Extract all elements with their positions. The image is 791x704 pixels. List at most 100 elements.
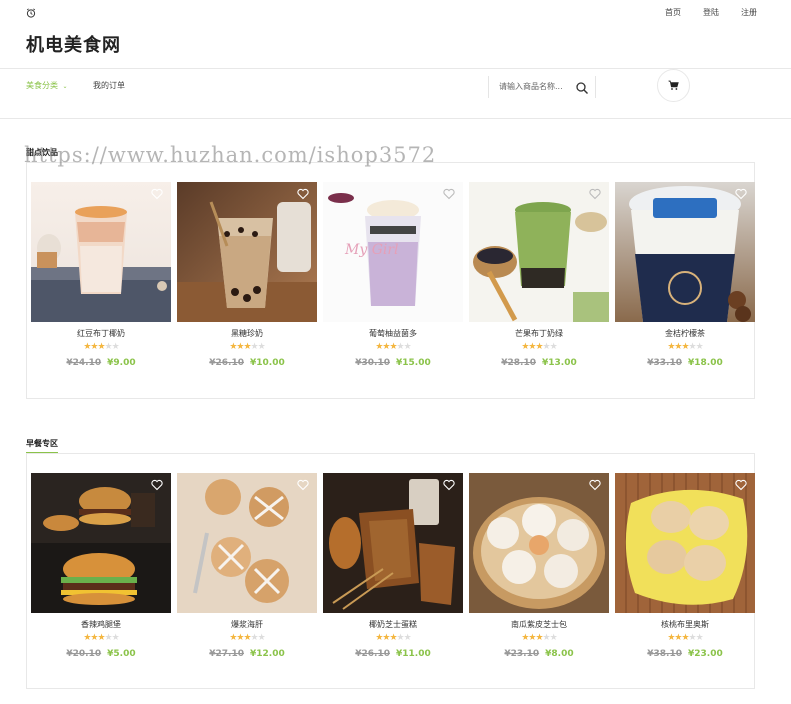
register-link[interactable]: 注册 (741, 7, 757, 18)
food-category-label: 美食分类 (26, 81, 58, 90)
rating-stars: ★★★★★ (615, 633, 755, 645)
rating-stars: ★★★★★ (31, 342, 171, 354)
star-icon: ★★★ (667, 342, 689, 352)
my-orders-link[interactable]: 我的订单 (93, 80, 125, 91)
login-link[interactable]: 登陆 (703, 7, 719, 18)
product-image[interactable] (31, 182, 171, 322)
product-card[interactable]: 香辣鸡腿堡 ★★★★★ ¥20.10 ¥5.00 (31, 473, 171, 666)
star-empty-icon: ★★ (688, 342, 704, 352)
star-empty-icon: ★★ (104, 633, 120, 643)
star-icon: ★★★ (83, 342, 105, 352)
product-image[interactable] (323, 473, 463, 613)
product-image[interactable] (31, 473, 171, 613)
product-card[interactable]: 黑糖珍奶 ★★★★★ ¥26.10 ¥10.00 (177, 182, 317, 375)
product-name[interactable]: 金桔柠檬茶 (615, 328, 755, 339)
product-image[interactable] (177, 182, 317, 322)
star-empty-icon: ★★ (688, 633, 704, 643)
rating-stars: ★★★★★ (469, 633, 609, 645)
old-price: ¥33.10 (647, 358, 682, 368)
product-name[interactable]: 椰奶芝士蛋糕 (323, 619, 463, 630)
product-image[interactable] (615, 473, 755, 613)
shopping-cart-icon (668, 80, 679, 90)
product-name[interactable]: 核桃布里奥斯 (615, 619, 755, 630)
heart-icon[interactable] (443, 479, 455, 491)
product-grid: 红豆布丁椰奶 ★★★★★ ¥24.10 ¥9.00 黑糖珍奶 ★★★★★ ¥26… (31, 182, 755, 375)
star-icon: ★★★ (229, 342, 251, 352)
star-icon: ★★★ (521, 342, 543, 352)
product-grid-box: 红豆布丁椰奶 ★★★★★ ¥24.10 ¥9.00 黑糖珍奶 ★★★★★ ¥26… (26, 162, 755, 399)
main-nav: 美食分类 ⌄ 我的订单 (0, 69, 791, 119)
product-grid-box: 香辣鸡腿堡 ★★★★★ ¥20.10 ¥5.00 爆浆海肝 ★★★★★ ¥27.… (26, 453, 755, 689)
rating-stars: ★★★★★ (177, 342, 317, 354)
rating-stars: ★★★★★ (323, 633, 463, 645)
star-icon: ★★★ (375, 633, 397, 643)
rating-stars: ★★★★★ (31, 633, 171, 645)
heart-icon[interactable] (297, 188, 309, 200)
product-name[interactable]: 爆浆海肝 (177, 619, 317, 630)
product-prices: ¥26.10 ¥11.00 (323, 649, 463, 659)
product-prices: ¥26.10 ¥10.00 (177, 358, 317, 368)
product-name[interactable]: 黑糖珍奶 (177, 328, 317, 339)
search-input[interactable] (499, 79, 569, 93)
star-empty-icon: ★★ (250, 342, 266, 352)
old-price: ¥27.10 (209, 649, 244, 659)
product-prices: ¥20.10 ¥5.00 (31, 649, 171, 659)
home-link[interactable]: 首页 (665, 7, 681, 18)
site-title[interactable]: 机电美食网 (26, 31, 121, 57)
heart-icon[interactable] (151, 479, 163, 491)
food-category-dropdown[interactable]: 美食分类 ⌄ (26, 80, 68, 91)
product-image[interactable] (469, 182, 609, 322)
star-icon: ★★★ (521, 633, 543, 643)
heart-icon[interactable] (735, 188, 747, 200)
old-price: ¥20.10 (66, 649, 102, 659)
star-icon: ★★★ (375, 342, 397, 352)
product-card[interactable]: 核桃布里奥斯 ★★★★★ ¥38.10 ¥23.00 (615, 473, 755, 666)
star-empty-icon: ★★ (396, 342, 412, 352)
heart-icon[interactable] (589, 479, 601, 491)
product-card[interactable]: 金桔柠檬茶 ★★★★★ ¥33.10 ¥18.00 (615, 182, 755, 375)
cart-button[interactable] (657, 69, 690, 102)
current-price: ¥11.00 (396, 649, 431, 659)
product-card[interactable]: 椰奶芝士蛋糕 ★★★★★ ¥26.10 ¥11.00 (323, 473, 463, 666)
heart-icon[interactable] (443, 188, 455, 200)
star-icon: ★★★ (229, 633, 251, 643)
current-price: ¥12.00 (250, 649, 285, 659)
current-price: ¥13.00 (542, 358, 577, 368)
product-prices: ¥28.10 ¥13.00 (469, 358, 609, 368)
product-card[interactable]: 红豆布丁椰奶 ★★★★★ ¥24.10 ¥9.00 (31, 182, 171, 375)
old-price: ¥26.10 (209, 358, 244, 368)
star-empty-icon: ★★ (250, 633, 266, 643)
product-prices: ¥27.10 ¥12.00 (177, 649, 317, 659)
product-prices: ¥23.10 ¥8.00 (469, 649, 609, 659)
product-name[interactable]: 香辣鸡腿堡 (31, 619, 171, 630)
product-image[interactable] (177, 473, 317, 613)
product-name[interactable]: 红豆布丁椰奶 (31, 328, 171, 339)
product-grid: 香辣鸡腿堡 ★★★★★ ¥20.10 ¥5.00 爆浆海肝 ★★★★★ ¥27.… (31, 473, 755, 666)
svg-text:My Girl: My Girl (344, 242, 399, 258)
product-prices: ¥30.10 ¥15.00 (323, 358, 463, 368)
heart-icon[interactable] (151, 188, 163, 200)
heart-icon[interactable] (735, 479, 747, 491)
search-icon[interactable] (575, 81, 589, 95)
product-name[interactable]: 南瓜紫皮芝士包 (469, 619, 609, 630)
old-price: ¥38.10 (647, 649, 682, 659)
heart-icon[interactable] (297, 479, 309, 491)
rating-stars: ★★★★★ (615, 342, 755, 354)
top-bar: 首页 登陆 注册 机电美食网 (0, 0, 791, 68)
product-name[interactable]: 芒果布丁奶绿 (469, 328, 609, 339)
product-card[interactable]: 芒果布丁奶绿 ★★★★★ ¥28.10 ¥13.00 (469, 182, 609, 375)
product-image[interactable]: My Girl (323, 182, 463, 322)
product-card[interactable]: My Girl 葡萄柚益菌多 ★★★★★ ¥30.10 ¥15.00 (323, 182, 463, 375)
product-card[interactable]: 南瓜紫皮芝士包 ★★★★★ ¥23.10 ¥8.00 (469, 473, 609, 666)
heart-icon[interactable] (589, 188, 601, 200)
current-price: ¥15.00 (396, 358, 431, 368)
old-price: ¥28.10 (501, 358, 536, 368)
star-empty-icon: ★★ (104, 342, 120, 352)
current-price: ¥23.00 (688, 649, 723, 659)
product-card[interactable]: 爆浆海肝 ★★★★★ ¥27.10 ¥12.00 (177, 473, 317, 666)
product-image[interactable] (615, 182, 755, 322)
old-price: ¥23.10 (504, 649, 540, 659)
product-image[interactable] (469, 473, 609, 613)
current-price: ¥10.00 (250, 358, 285, 368)
product-name[interactable]: 葡萄柚益菌多 (323, 328, 463, 339)
